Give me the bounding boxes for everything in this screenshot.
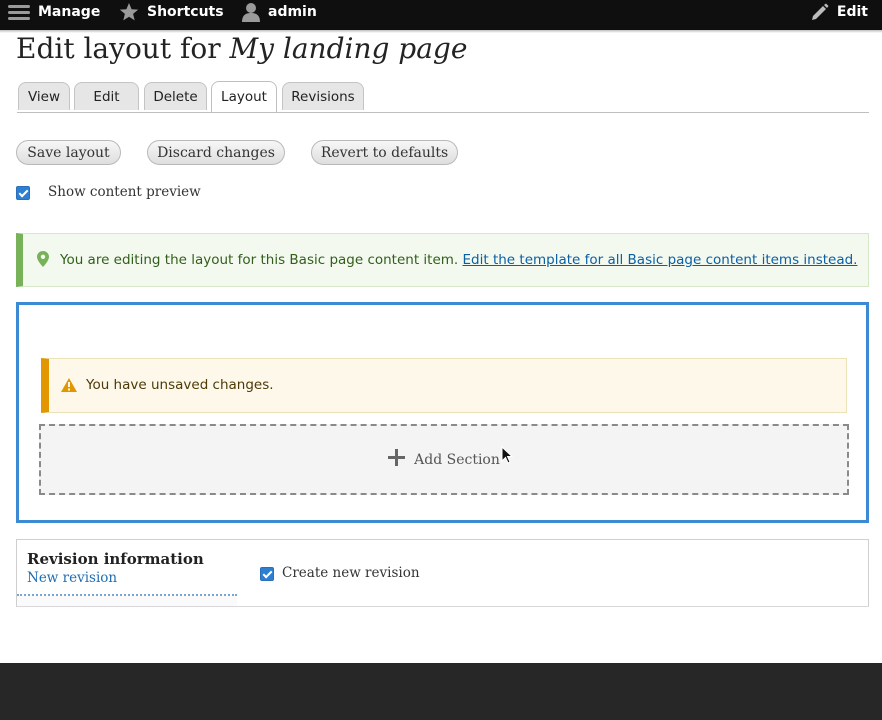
show-content-preview-label: Show content preview [48,184,201,200]
tab-layout[interactable]: Layout [211,81,277,112]
discard-changes-button[interactable]: Discard changes [147,140,285,165]
tab-edit[interactable]: Edit [74,82,139,110]
revert-to-defaults-button[interactable]: Revert to defaults [311,140,458,165]
toolbar-edit-label: Edit [836,4,868,20]
edit-template-link[interactable]: Edit the template for all Basic page con… [463,252,858,268]
star-icon [119,2,139,22]
mouse-pointer-icon [501,445,514,468]
create-new-revision-checkbox[interactable] [260,567,274,581]
warning-message: You have unsaved changes. [41,358,847,413]
revision-information: Revision information New revision Create… [16,539,869,607]
revision-title: Revision information [27,550,204,568]
warning-icon [61,378,77,396]
primary-tabs: View Edit Delete Layout Revisions [17,81,869,113]
admin-toolbar: Manage Shortcuts admin Edit [0,0,882,30]
page-title-entity: My landing page [229,32,468,65]
map-pin-icon [37,251,49,271]
status-message: You are editing the layout for this Basi… [16,233,869,287]
save-layout-button[interactable]: Save layout [16,140,121,165]
plus-icon [388,449,406,470]
page-title-prefix: Edit layout for [16,32,230,65]
page-footer [0,663,882,720]
toolbar-manage[interactable]: Manage [8,0,100,24]
toolbar-edit[interactable]: Edit [811,0,868,24]
revision-summary: New revision [27,570,118,586]
tab-view[interactable]: View [18,82,70,110]
user-icon [242,2,260,22]
status-message-body: You are editing the layout for this Basi… [60,252,459,268]
tab-delete[interactable]: Delete [144,82,207,110]
tab-revisions[interactable]: Revisions [282,82,364,110]
add-section-button[interactable]: Add Section [39,424,849,495]
warning-message-text: You have unsaved changes. [86,377,274,393]
show-content-preview-checkbox[interactable] [16,186,30,200]
add-section-label: Add Section [414,451,500,468]
page-title: Edit layout for My landing page [16,32,467,65]
hamburger-icon [8,3,30,21]
revision-tab[interactable]: Revision information New revision [17,540,237,596]
layout-builder: You have unsaved changes. Add Section [16,302,869,523]
create-new-revision-label: Create new revision [282,565,420,581]
toolbar-user-label: admin [268,4,317,20]
toolbar-shortcuts[interactable]: Shortcuts [119,0,224,24]
pencil-icon [811,3,829,21]
toolbar-user[interactable]: admin [242,0,317,24]
status-message-text: You are editing the layout for this Basi… [60,252,857,268]
toolbar-shortcuts-label: Shortcuts [147,4,224,20]
toolbar-manage-label: Manage [38,4,101,20]
